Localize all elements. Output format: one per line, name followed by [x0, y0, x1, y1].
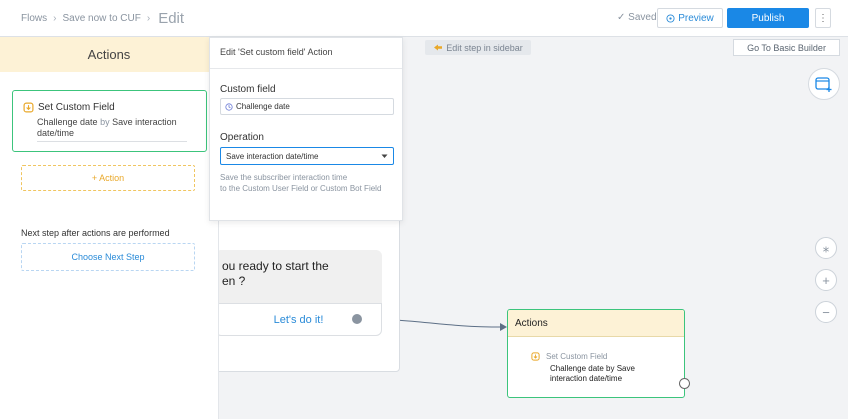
download-icon [23, 102, 34, 113]
preview-icon [666, 13, 675, 23]
action-title-label: Set Custom Field [38, 102, 115, 113]
breadcrumb: Flows › Save now to CUF › Edit [21, 10, 184, 27]
action-by-label: by [100, 117, 110, 127]
magic-wand-icon[interactable]: ⁎ [815, 237, 837, 259]
button-output-port[interactable] [352, 314, 362, 324]
go-to-basic-builder-button[interactable]: Go To Basic Builder [733, 39, 840, 56]
preview-label: Preview [678, 12, 714, 24]
breadcrumb-flows[interactable]: Flows [21, 13, 47, 24]
help-line-1: Save the subscriber interaction time [220, 173, 348, 182]
operation-value: Save interaction date/time [226, 151, 319, 161]
clock-icon [225, 102, 233, 111]
message-text-line2: en ? [222, 274, 246, 288]
actions-sidebar: Actions Set Custom Field Challenge date … [0, 37, 219, 419]
custom-field-input[interactable]: Challenge date [220, 98, 394, 115]
zoom-in-button[interactable]: + [815, 269, 837, 291]
next-step-label: Next step after actions are performed [21, 228, 170, 238]
saved-status: ✓ Saved [617, 12, 657, 23]
add-node-button[interactable] [808, 68, 840, 100]
caret-down-icon [381, 154, 388, 158]
actions-node-item-title: Set Custom Field [546, 352, 608, 361]
custom-field-label: Custom field [220, 84, 276, 95]
choose-next-step-button[interactable]: Choose Next Step [21, 243, 195, 271]
set-custom-field-action[interactable]: Set Custom Field Challenge date by Save … [12, 90, 207, 152]
help-line-2: to the Custom User Field or Custom Bot F… [220, 184, 382, 193]
actions-node-header: Actions [508, 310, 684, 337]
actions-node-item-desc: Challenge date by Save interaction date/… [550, 364, 635, 383]
action-title: Set Custom Field [23, 102, 115, 113]
zoom-out-button[interactable]: − [815, 301, 837, 323]
message-node[interactable]: ou ready to start the en ? Let's do it! [209, 212, 400, 372]
download-icon [531, 352, 540, 361]
arrow-left-icon [434, 44, 443, 51]
custom-field-value: Challenge date [236, 102, 290, 111]
action-description: Challenge date by Save interaction date/… [37, 117, 187, 142]
breadcrumb-separator: › [146, 13, 151, 24]
add-action-button[interactable]: + Action [21, 165, 195, 191]
divider [210, 68, 402, 69]
actions-node[interactable]: Actions Set Custom Field Challenge date … [507, 309, 685, 398]
preview-button[interactable]: Preview [657, 8, 723, 28]
more-menu-button[interactable]: ⋮ [815, 8, 831, 28]
actions-output-port[interactable] [679, 378, 690, 389]
page-title: Edit [158, 10, 185, 27]
operation-select[interactable]: Save interaction date/time [220, 147, 394, 165]
edit-step-hint: Edit step in sidebar [425, 40, 531, 55]
top-bar: Flows › Save now to CUF › Edit ✓ Saved P… [0, 0, 848, 37]
breadcrumb-flow-name[interactable]: Save now to CUF [62, 13, 140, 24]
edit-panel-title: Edit 'Set custom field' Action [220, 47, 333, 57]
breadcrumb-separator: › [53, 13, 57, 24]
operation-label: Operation [220, 132, 264, 143]
edit-action-panel: Edit 'Set custom field' Action Custom fi… [209, 37, 403, 221]
sidebar-header: Actions [0, 37, 218, 72]
action-field-name: Challenge date [37, 117, 98, 127]
edit-hint-label: Edit step in sidebar [446, 42, 523, 53]
message-bubble: ou ready to start the en ? [215, 250, 382, 303]
actions-node-item: Set Custom Field [531, 352, 607, 361]
publish-button[interactable]: Publish [727, 8, 809, 28]
add-card-icon [815, 77, 832, 92]
message-text-line1: ou ready to start the [222, 259, 329, 273]
operation-help-text: Save the subscriber interaction time to … [220, 172, 400, 194]
